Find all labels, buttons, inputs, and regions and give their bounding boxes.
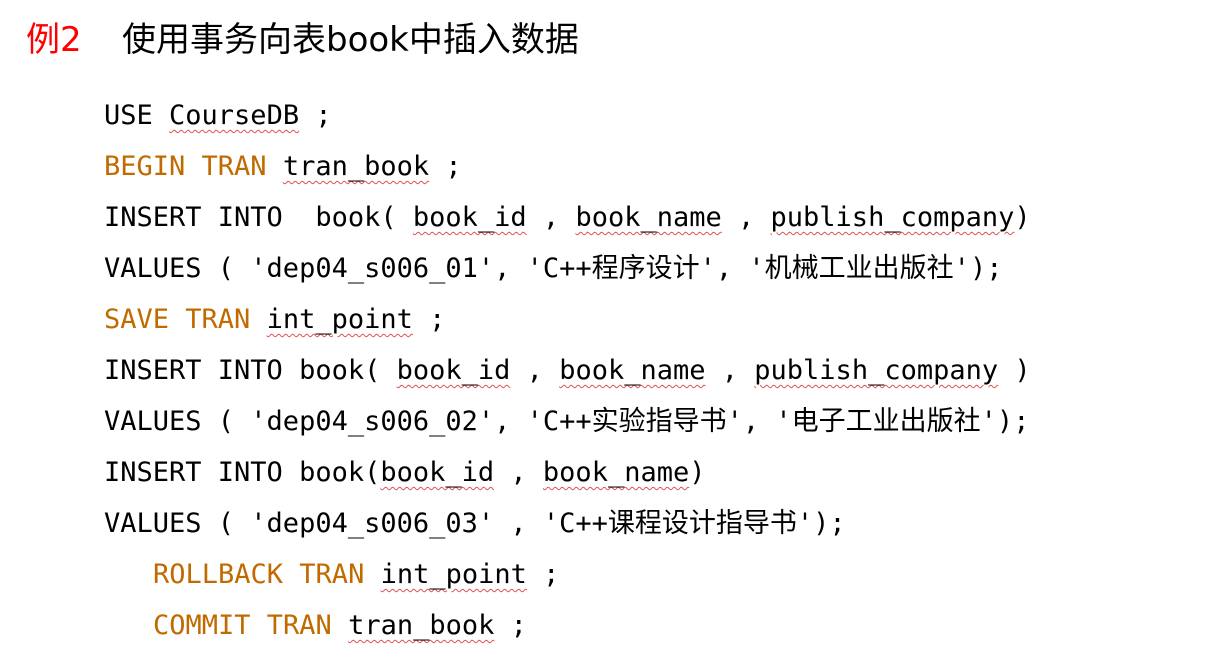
- sql-keyword: COMMIT TRAN: [153, 610, 332, 641]
- sql-identifier: publish_company: [754, 355, 999, 386]
- sql-identifier: int_point: [266, 304, 413, 335]
- code-line: COMMIT TRAN tran_book ;: [104, 600, 1194, 651]
- sql-text: ,: [526, 202, 576, 233]
- sql-text: ): [689, 457, 706, 488]
- sql-text: ,: [494, 457, 543, 488]
- sql-text: ;: [494, 610, 527, 641]
- sql-keyword: BEGIN TRAN: [104, 151, 267, 182]
- sql-text: INSERT INTO book(: [104, 202, 413, 233]
- sql-code-block: USE CourseDB ; BEGIN TRAN tran_book ; INSE…: [104, 90, 1194, 651]
- code-line: BEGIN TRAN tran_book ;: [104, 141, 1194, 192]
- code-line: VALUES ( 'dep04_s006_03' , 'C++课程设计指导书')…: [104, 498, 1194, 549]
- sql-identifier: tran_book: [282, 151, 430, 182]
- sql-identifier: book_name: [575, 202, 722, 233]
- sql-text: ,: [705, 355, 755, 386]
- sql-text: INSERT INTO book(: [104, 457, 381, 488]
- example-heading: 例2 使用事务向表book中插入数据: [26, 12, 579, 60]
- sql-text: ;: [412, 304, 446, 335]
- sql-text: ;: [299, 100, 332, 131]
- code-line: VALUES ( 'dep04_s006_02', 'C++实验指导书', '电…: [104, 396, 1194, 447]
- code-line: INSERT INTO book( book_id , book_name , …: [104, 192, 1194, 243]
- sql-identifier: CourseDB: [169, 100, 300, 131]
- sql-identifier: tran_book: [348, 610, 495, 641]
- sql-text: ,: [721, 202, 771, 233]
- sql-text: ): [1014, 202, 1031, 233]
- sql-identifier: book_name: [559, 355, 706, 386]
- code-line: SAVE TRAN int_point ;: [104, 294, 1194, 345]
- example-title: 使用事务向表book中插入数据: [122, 19, 579, 60]
- sql-text: VALUES ( 'dep04_s006_01', 'C++程序设计', '机械…: [104, 253, 1003, 284]
- sql-keyword: ROLLBACK TRAN: [153, 559, 365, 590]
- example-number: 例2: [26, 19, 82, 60]
- sql-identifier: publish_company: [770, 202, 1015, 233]
- code-line: INSERT INTO book(book_id , book_name): [104, 447, 1194, 498]
- code-line: USE CourseDB ;: [104, 90, 1194, 141]
- sql-identifier: book_name: [542, 457, 690, 488]
- sql-identifier: int_point: [380, 559, 527, 590]
- sql-text: ;: [526, 559, 560, 590]
- sql-text: VALUES ( 'dep04_s006_03' , 'C++课程设计指导书')…: [104, 508, 846, 539]
- sql-identifier: book_id: [396, 355, 511, 386]
- sql-identifier: book_id: [380, 457, 495, 488]
- code-line: ROLLBACK TRAN int_point ;: [104, 549, 1194, 600]
- sql-text: VALUES ( 'dep04_s006_02', 'C++实验指导书', '电…: [104, 406, 1030, 437]
- sql-text: ): [998, 355, 1031, 386]
- sql-text: USE: [104, 100, 170, 131]
- sql-text: ,: [510, 355, 560, 386]
- code-line: VALUES ( 'dep04_s006_01', 'C++程序设计', '机械…: [104, 243, 1194, 294]
- sql-keyword: SAVE TRAN: [104, 304, 251, 335]
- sql-text: INSERT INTO book(: [104, 355, 397, 386]
- sql-identifier: book_id: [412, 202, 527, 233]
- sql-text: ;: [429, 151, 462, 182]
- code-line: INSERT INTO book( book_id , book_name , …: [104, 345, 1194, 396]
